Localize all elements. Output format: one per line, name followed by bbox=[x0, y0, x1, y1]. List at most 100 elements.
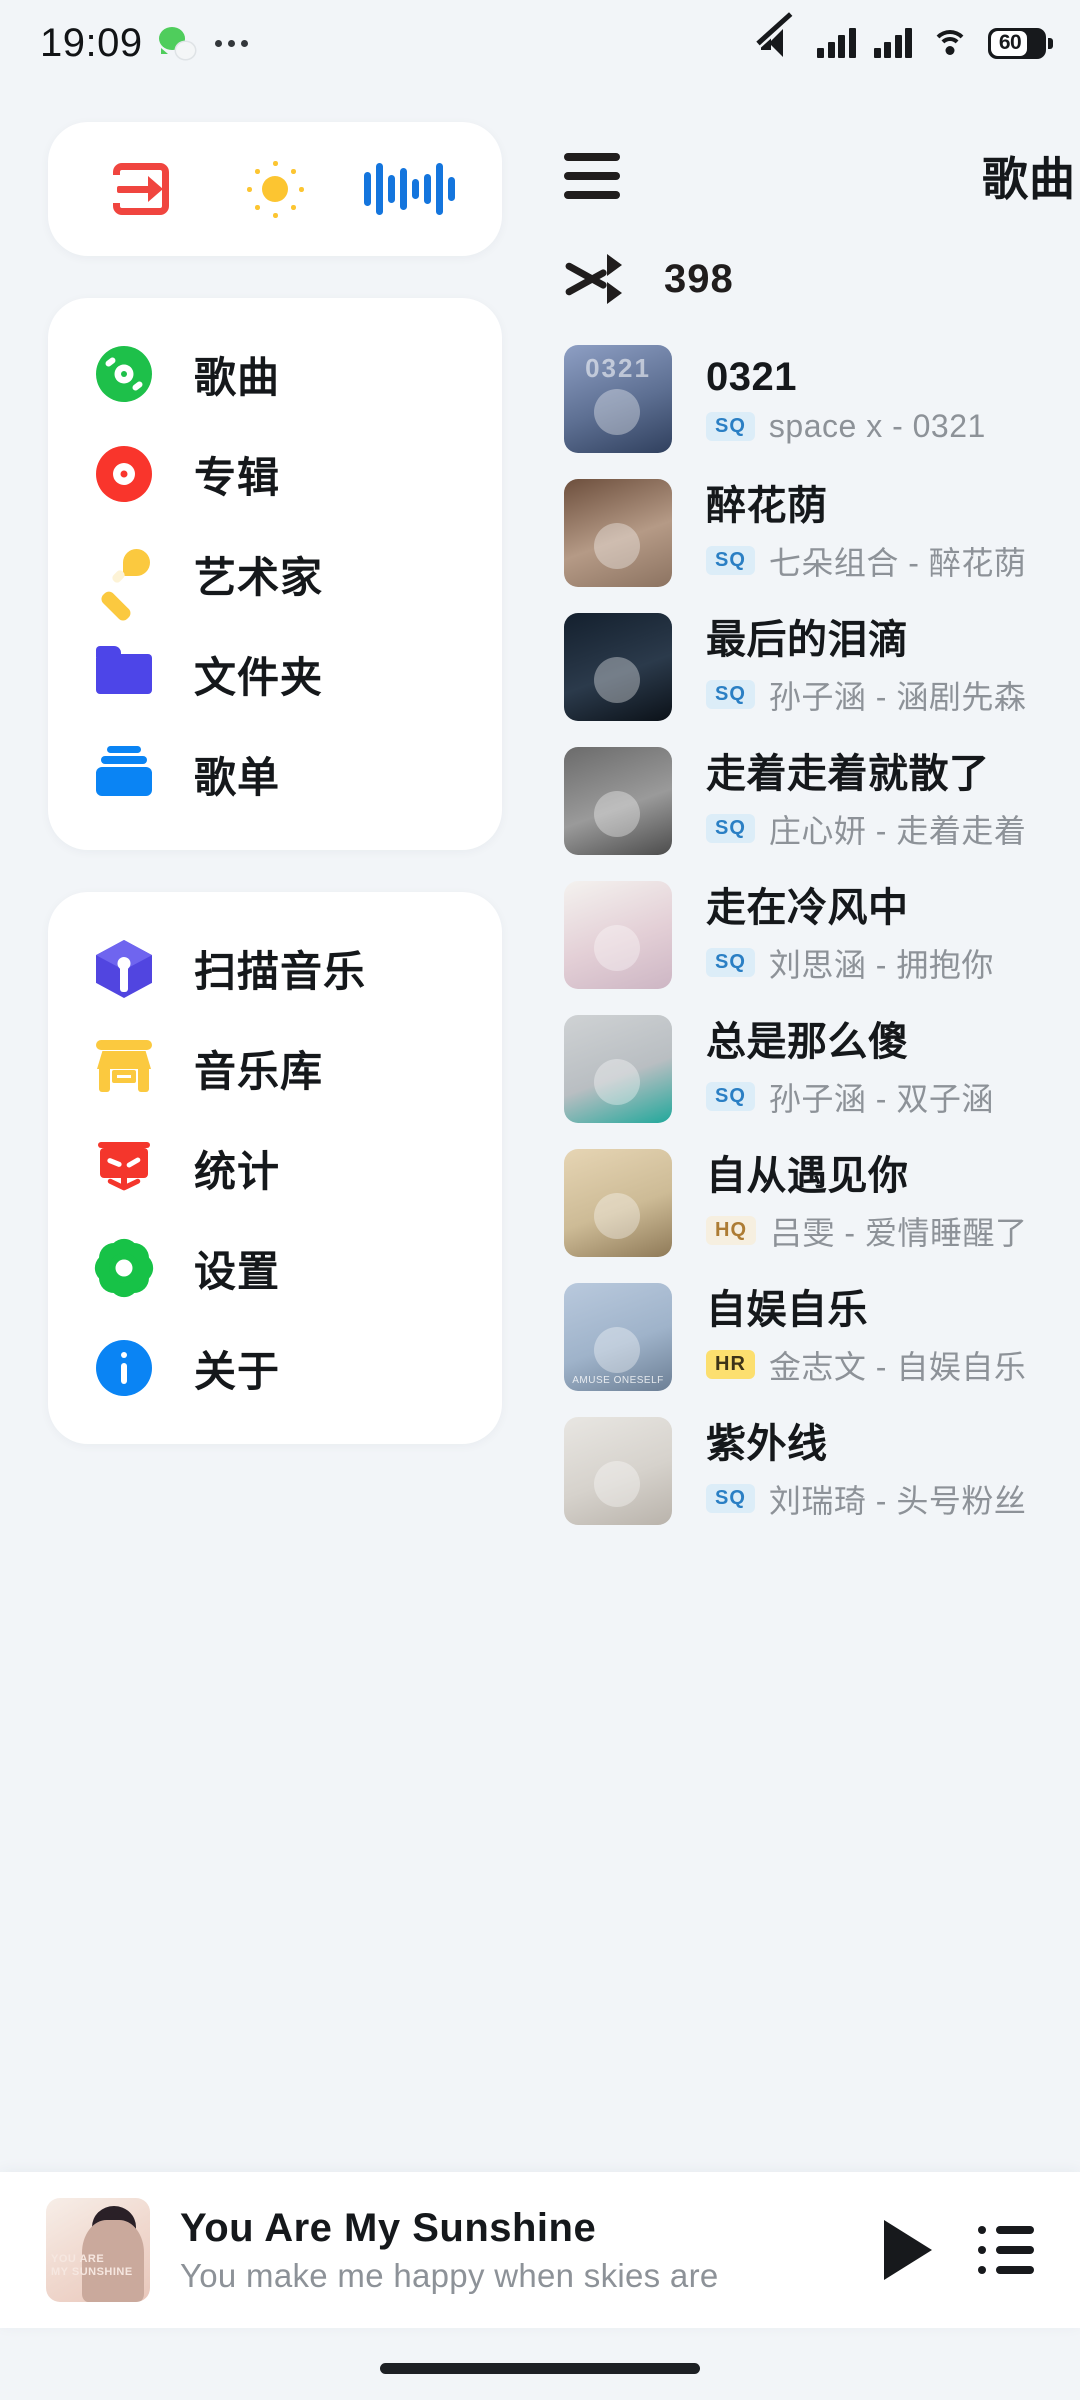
quality-badge: SQ bbox=[706, 948, 755, 978]
song-title: 醉花荫 bbox=[706, 484, 828, 529]
now-playing-bar[interactable]: YOU ARE MY SUNSHINE You Are My Sunshine Y… bbox=[0, 2172, 1080, 2328]
playlist-stack-icon bbox=[96, 746, 152, 802]
info-icon bbox=[96, 1340, 152, 1396]
song-title: 0321 bbox=[706, 354, 797, 399]
sidebar-item-label: 扫描音乐 bbox=[194, 947, 367, 995]
now-playing-title: You Are My Sunshine bbox=[180, 2205, 597, 2250]
quality-badge: SQ bbox=[706, 1082, 755, 1112]
sidebar-item-artists[interactable]: 艺术家 bbox=[48, 524, 502, 624]
song-list-item[interactable]: 走在冷风中 SQ 刘思涵 - 拥抱你 bbox=[560, 868, 1080, 1002]
sidebar-item-folders[interactable]: 文件夹 bbox=[48, 624, 502, 724]
album-cover bbox=[564, 747, 672, 855]
battery-percent: 60 bbox=[998, 31, 1022, 54]
album-cover: 0321 bbox=[564, 345, 672, 453]
song-meta: 0321 SQ space x - 0321 bbox=[706, 353, 1080, 446]
now-playing-lyric: You make me happy when skies are bbox=[180, 2256, 719, 2294]
song-list-item[interactable]: 走着走着就散了 SQ 庄心妍 - 走着走着 bbox=[560, 734, 1080, 868]
phone-screen: 19:09 60 歌曲 专辑 艺术家 文件夹 歌单 扫描音乐 音乐库 统计 设置… bbox=[0, 0, 1080, 2400]
song-subline: SQ space x - 0321 bbox=[706, 408, 1080, 445]
wifi-icon bbox=[930, 28, 970, 58]
quick-actions-card bbox=[48, 122, 502, 256]
exit-icon bbox=[110, 163, 169, 215]
quality-badge: SQ bbox=[706, 412, 755, 442]
song-list-item[interactable]: 自从遇见你 HQ 吕雯 - 爱情睡醒了 bbox=[560, 1136, 1080, 1270]
sidebar: 歌曲 专辑 艺术家 文件夹 歌单 扫描音乐 音乐库 统计 设置 关于 bbox=[48, 122, 502, 1486]
sidebar-item-playlists[interactable]: 歌单 bbox=[48, 724, 502, 824]
quality-badge: SQ bbox=[706, 1484, 755, 1514]
song-artist: 庄心妍 - 走着走着 bbox=[768, 812, 1027, 849]
sidebar-item-albums[interactable]: 专辑 bbox=[48, 424, 502, 524]
quality-badge: HQ bbox=[706, 1216, 756, 1246]
exit-button[interactable] bbox=[93, 141, 189, 237]
song-title: 自娱自乐 bbox=[706, 1288, 868, 1333]
song-subline: SQ 庄心妍 - 走着走着 bbox=[706, 806, 1080, 852]
waveform-icon bbox=[363, 161, 455, 217]
theme-brightness-button[interactable] bbox=[227, 141, 323, 237]
status-time: 19:09 bbox=[40, 20, 143, 65]
song-artist: 金志文 - 自娱自乐 bbox=[768, 1348, 1027, 1385]
song-title: 最后的泪滴 bbox=[706, 618, 909, 663]
sidebar-item-settings[interactable]: 设置 bbox=[48, 1218, 502, 1318]
status-bar-right: 60 bbox=[756, 12, 1053, 60]
cover-line-2: MY SUNSHINE bbox=[51, 2266, 133, 2279]
song-subline: SQ 孙子涵 - 双子涵 bbox=[706, 1074, 1080, 1120]
signal-icon bbox=[817, 28, 856, 58]
song-subline: SQ 七朵组合 - 醉花荫 bbox=[706, 538, 1080, 584]
shop-icon bbox=[96, 1040, 152, 1096]
song-artist: 刘思涵 - 拥抱你 bbox=[768, 946, 994, 983]
hamburger-menu-icon[interactable] bbox=[564, 145, 626, 207]
song-subline: SQ 刘思涵 - 拥抱你 bbox=[706, 940, 1080, 986]
sidebar-item-label: 音乐库 bbox=[194, 1047, 324, 1095]
quality-badge: HR bbox=[706, 1350, 755, 1380]
song-title: 紫外线 bbox=[706, 1422, 828, 1467]
now-playing-cover[interactable]: YOU ARE MY SUNSHINE bbox=[46, 2198, 150, 2302]
equalizer-button[interactable] bbox=[361, 141, 457, 237]
song-meta: 自娱自乐 HR 金志文 - 自娱自乐 bbox=[706, 1286, 1080, 1388]
page-title: 歌曲 bbox=[982, 153, 1076, 205]
sidebar-item-label: 设置 bbox=[194, 1247, 281, 1295]
song-list-item[interactable]: 最后的泪滴 SQ 孙子涵 - 涵剧先森 bbox=[560, 600, 1080, 734]
sidebar-item-about[interactable]: 关于 bbox=[48, 1318, 502, 1418]
song-list-item[interactable]: 总是那么傻 SQ 孙子涵 - 双子涵 bbox=[560, 1002, 1080, 1136]
quality-badge: SQ bbox=[706, 814, 755, 844]
red-disc-icon bbox=[96, 446, 152, 502]
sidebar-item-label: 艺术家 bbox=[194, 553, 324, 601]
sun-icon bbox=[244, 158, 306, 220]
now-playing-text[interactable]: You Are My Sunshine You make me happy wh… bbox=[180, 2206, 854, 2295]
sidebar-item-label: 专辑 bbox=[194, 453, 281, 501]
song-list-item[interactable]: 0321 0321 SQ space x - 0321 bbox=[560, 332, 1080, 466]
song-title: 总是那么傻 bbox=[706, 1020, 909, 1065]
shuffle-icon[interactable] bbox=[564, 254, 622, 304]
chart-board-icon bbox=[96, 1140, 152, 1196]
song-meta: 总是那么傻 SQ 孙子涵 - 双子涵 bbox=[706, 1018, 1080, 1120]
sidebar-item-scan-music[interactable]: 扫描音乐 bbox=[48, 918, 502, 1018]
album-cover: AMUSE ONESELF bbox=[564, 1283, 672, 1391]
queue-list-icon[interactable] bbox=[978, 2226, 1034, 2274]
album-cover bbox=[564, 1417, 672, 1525]
status-bar-left: 19:09 bbox=[40, 21, 248, 66]
shuffle-bar[interactable]: 398 bbox=[560, 230, 1080, 328]
sidebar-item-label: 统计 bbox=[194, 1147, 281, 1195]
song-list-item[interactable]: 紫外线 SQ 刘瑞琦 - 头号粉丝 bbox=[560, 1404, 1080, 1538]
album-cover bbox=[564, 479, 672, 587]
song-subline: HR 金志文 - 自娱自乐 bbox=[706, 1342, 1080, 1388]
play-icon[interactable] bbox=[884, 2220, 932, 2280]
battery-icon: 60 bbox=[988, 27, 1053, 59]
sidebar-item-statistics[interactable]: 统计 bbox=[48, 1118, 502, 1218]
song-title: 走在冷风中 bbox=[706, 886, 909, 931]
status-bar: 19:09 60 bbox=[0, 0, 1080, 86]
green-disc-icon bbox=[96, 346, 152, 402]
song-list-item[interactable]: 醉花荫 SQ 七朵组合 - 醉花荫 bbox=[560, 466, 1080, 600]
song-list-item[interactable]: AMUSE ONESELF 自娱自乐 HR 金志文 - 自娱自乐 bbox=[560, 1270, 1080, 1404]
album-cover bbox=[564, 1149, 672, 1257]
song-list: 0321 0321 SQ space x - 0321 醉花荫 SQ 七朵组合 - 醉花荫最… bbox=[560, 328, 1080, 1538]
quality-badge: SQ bbox=[706, 546, 755, 576]
sidebar-item-songs[interactable]: 歌曲 bbox=[48, 324, 502, 424]
sidebar-item-music-library[interactable]: 音乐库 bbox=[48, 1018, 502, 1118]
mute-icon bbox=[756, 12, 799, 60]
song-meta: 醉花荫 SQ 七朵组合 - 醉花荫 bbox=[706, 482, 1080, 584]
album-cover-caption: AMUSE ONESELF bbox=[572, 1375, 664, 1386]
song-title: 自从遇见你 bbox=[706, 1154, 909, 1199]
song-meta: 最后的泪滴 SQ 孙子涵 - 涵剧先森 bbox=[706, 616, 1080, 718]
album-cover bbox=[564, 1015, 672, 1123]
